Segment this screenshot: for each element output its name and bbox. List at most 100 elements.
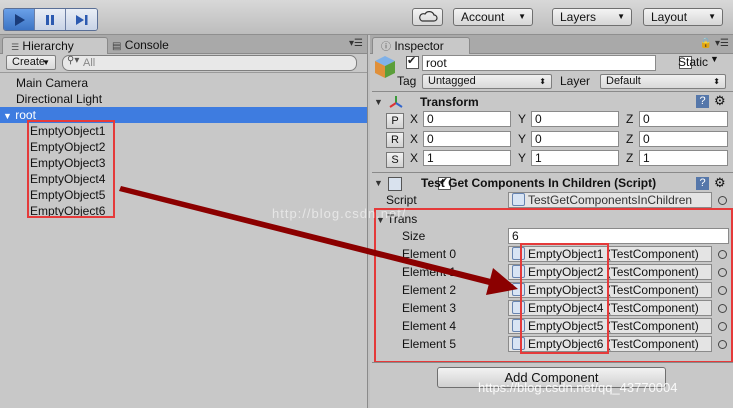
script-value: TestGetComponentsInChildren bbox=[528, 193, 693, 207]
object-name-field[interactable]: root bbox=[422, 55, 656, 71]
help-icon[interactable]: ? bbox=[696, 177, 709, 190]
pause-button[interactable] bbox=[35, 9, 66, 30]
chevron-down-icon: ▼ bbox=[617, 12, 625, 21]
gear-icon[interactable]: ⚙ bbox=[714, 93, 726, 109]
layer-label: Layer bbox=[560, 74, 591, 88]
tab-hierarchy-label: Hierarchy bbox=[22, 39, 74, 53]
chevron-down-icon[interactable]: ▼ bbox=[710, 54, 719, 64]
hierarchy-tabbar: ☰ Hierarchy ▤ Console ▾☰ bbox=[0, 35, 367, 54]
scale-z-field[interactable]: 1 bbox=[639, 150, 728, 166]
script-component-title: Test Get Components In Children (Script) bbox=[421, 176, 657, 190]
divider bbox=[372, 172, 733, 173]
x-label: X bbox=[410, 112, 419, 126]
cloud-icon bbox=[419, 11, 438, 22]
play-button[interactable] bbox=[4, 9, 35, 30]
tab-console-label: Console bbox=[124, 38, 169, 52]
button-label: S bbox=[391, 154, 399, 166]
field-value: 0 bbox=[643, 112, 650, 126]
gameobject-cube-icon bbox=[375, 56, 395, 78]
y-label: Y bbox=[518, 151, 527, 165]
panel-menu-icon[interactable]: ▾☰ bbox=[349, 38, 363, 49]
rotation-reset-button[interactable]: R bbox=[386, 132, 404, 148]
layout-label: Layout bbox=[651, 10, 688, 24]
search-icon: ⚲▾ bbox=[67, 55, 80, 66]
field-value: 0 bbox=[535, 112, 542, 126]
tree-item-main-camera[interactable]: Main Camera bbox=[0, 75, 367, 91]
layout-dropdown[interactable]: Layout ▼ bbox=[643, 8, 723, 26]
x-label: X bbox=[410, 132, 419, 146]
hierarchy-search-input[interactable]: ⚲▾ All bbox=[62, 55, 357, 71]
tree-item-directional-light[interactable]: Directional Light bbox=[0, 91, 367, 107]
gear-icon[interactable]: ⚙ bbox=[714, 175, 726, 191]
active-checkbox[interactable] bbox=[406, 54, 419, 69]
search-placeholder: All bbox=[83, 57, 96, 69]
object-name-value: root bbox=[426, 56, 447, 70]
script-label: Script bbox=[386, 193, 417, 207]
chevron-updown-icon: ⬍ bbox=[713, 77, 720, 86]
position-y-field[interactable]: 0 bbox=[531, 111, 619, 127]
button-label: R bbox=[391, 134, 399, 146]
cloud-button[interactable] bbox=[412, 8, 443, 26]
layer-value: Default bbox=[606, 75, 641, 87]
panel-menu-icon[interactable]: 🔒 ▾☰ bbox=[700, 38, 729, 49]
rotation-z-field[interactable]: 0 bbox=[639, 131, 728, 147]
hierarchy-search-bar: Create ▼ ⚲▾ All bbox=[0, 54, 367, 73]
step-icon bbox=[75, 14, 87, 25]
main-toolbar: Account ▼ Layers ▼ Layout ▼ bbox=[0, 0, 733, 35]
field-value: 1 bbox=[643, 151, 650, 165]
field-value: 1 bbox=[535, 151, 542, 165]
create-dropdown[interactable]: Create ▼ bbox=[6, 55, 56, 70]
foldout-arrow-icon[interactable]: ▼ bbox=[374, 178, 383, 188]
position-x-field[interactable]: 0 bbox=[423, 111, 511, 127]
tag-label: Tag bbox=[397, 74, 417, 88]
field-value: 0 bbox=[643, 132, 650, 146]
foldout-arrow-icon[interactable]: ▼ bbox=[374, 97, 383, 107]
account-dropdown[interactable]: Account ▼ bbox=[453, 8, 533, 26]
button-label: P bbox=[391, 115, 399, 127]
script-icon bbox=[388, 177, 402, 191]
transform-title: Transform bbox=[420, 95, 479, 109]
scale-y-field[interactable]: 1 bbox=[531, 150, 619, 166]
account-label: Account bbox=[461, 10, 505, 24]
rotation-x-field[interactable]: 0 bbox=[423, 131, 511, 147]
pause-icon bbox=[46, 14, 54, 25]
object-picker-icon[interactable] bbox=[718, 196, 727, 205]
script-reference-field[interactable]: TestGetComponentsInChildren bbox=[508, 192, 712, 208]
help-icon[interactable]: ? bbox=[696, 95, 709, 108]
layers-label: Layers bbox=[560, 10, 597, 24]
scale-x-field[interactable]: 1 bbox=[423, 150, 511, 166]
watermark-center: http://blog.csdn.net/ bbox=[272, 206, 407, 221]
field-value: 0 bbox=[427, 112, 434, 126]
tab-console[interactable]: ▤ Console bbox=[104, 37, 177, 53]
elements-highlight-box bbox=[520, 243, 609, 354]
watermark-bottom: https://blog.csdn.net/qq_43770004 bbox=[478, 380, 678, 395]
expand-arrow-icon[interactable]: ▼ bbox=[3, 111, 12, 121]
y-label: Y bbox=[518, 132, 527, 146]
step-button[interactable] bbox=[66, 9, 97, 30]
static-label: Static bbox=[678, 55, 709, 69]
layers-dropdown[interactable]: Layers ▼ bbox=[552, 8, 632, 26]
field-value: 1 bbox=[427, 151, 434, 165]
z-label: Z bbox=[626, 112, 634, 126]
tag-dropdown[interactable]: Untagged ⬍ bbox=[422, 74, 552, 89]
chevron-down-icon: ▼ bbox=[42, 58, 50, 67]
info-icon: ⓘ bbox=[381, 42, 391, 53]
rotation-y-field[interactable]: 0 bbox=[531, 131, 619, 147]
tab-inspector[interactable]: ⓘ Inspector bbox=[372, 37, 470, 54]
field-value: 0 bbox=[427, 132, 434, 146]
tab-inspector-label: Inspector bbox=[394, 39, 444, 53]
z-label: Z bbox=[626, 132, 634, 146]
tree-item-label: Directional Light bbox=[16, 92, 103, 106]
x-label: X bbox=[410, 151, 419, 165]
position-reset-button[interactable]: P bbox=[386, 113, 404, 129]
tag-value: Untagged bbox=[428, 75, 476, 87]
divider bbox=[372, 362, 733, 363]
scale-reset-button[interactable]: S bbox=[386, 152, 404, 168]
create-label: Create bbox=[12, 56, 46, 68]
chevron-down-icon: ▼ bbox=[518, 12, 526, 21]
inspector-tabbar: ⓘ Inspector 🔒 ▾☰ bbox=[370, 35, 733, 54]
tab-hierarchy[interactable]: ☰ Hierarchy bbox=[2, 37, 108, 54]
transform-icon bbox=[389, 96, 403, 108]
layer-dropdown[interactable]: Default ⬍ bbox=[600, 74, 726, 89]
position-z-field[interactable]: 0 bbox=[639, 111, 728, 127]
